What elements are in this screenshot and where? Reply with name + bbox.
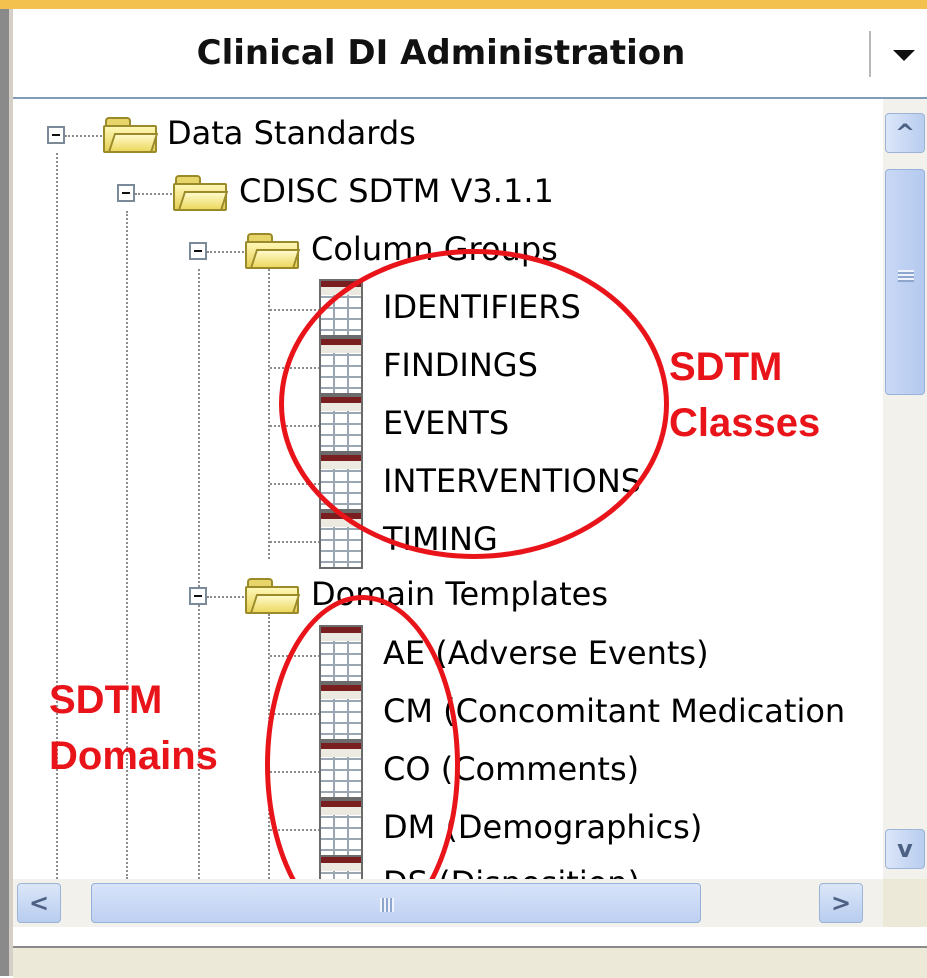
header-dropdown-button[interactable] (881, 17, 927, 93)
table-icon (319, 741, 363, 799)
tree-item-dm[interactable]: DM (Demographics) (383, 807, 702, 847)
tree-connector (135, 193, 175, 195)
window-left-border (0, 9, 9, 976)
tree-item-findings[interactable]: FINDINGS (383, 345, 538, 385)
tree-connector (270, 655, 320, 657)
bottom-status-strip (13, 946, 927, 978)
tree-view[interactable]: Data Standards CDISC SDTM V3.1.1 Column … (13, 99, 883, 879)
collapse-toggle-icon[interactable] (189, 242, 207, 260)
table-icon (319, 395, 363, 453)
horizontal-scrollbar[interactable]: < > (13, 879, 883, 927)
collapse-toggle-icon[interactable] (47, 126, 65, 144)
vertical-scrollbar[interactable]: ^ v (883, 99, 927, 879)
scroll-left-button[interactable]: < (17, 883, 61, 923)
table-icon (319, 625, 363, 683)
tree-connector (207, 596, 247, 598)
tree-item-cm[interactable]: CM (Concomitant Medication (383, 691, 845, 731)
table-icon (319, 683, 363, 741)
scroll-down-button[interactable]: v (885, 829, 925, 869)
tree-item-timing[interactable]: TIMING (383, 519, 498, 559)
annotation-sdtm-classes: SDTM Classes (669, 339, 820, 451)
chevron-up-icon: ^ (894, 119, 916, 147)
scroll-right-button[interactable]: > (819, 883, 863, 923)
table-icon (319, 453, 363, 511)
collapse-toggle-icon[interactable] (117, 184, 135, 202)
tree-connector (65, 135, 105, 137)
vertical-scroll-thumb[interactable] (885, 169, 925, 395)
tree-connector (268, 614, 270, 879)
folder-icon (173, 173, 229, 213)
tree-item-ae[interactable]: AE (Adverse Events) (383, 633, 709, 673)
tree-item-co[interactable]: CO (Comments) (383, 749, 639, 789)
panel-title: Clinical DI Administration (196, 33, 686, 73)
tree-connector (270, 829, 320, 831)
horizontal-scroll-thumb[interactable] (91, 883, 701, 923)
tree-item-ds[interactable]: DS (Disposition) (383, 863, 640, 879)
table-icon (319, 511, 363, 569)
tree-connector (268, 269, 270, 559)
window-top-accent (0, 0, 927, 9)
header-separator (869, 31, 871, 77)
grip-icon (898, 270, 914, 282)
chevron-down-icon: v (897, 835, 913, 863)
chevron-right-icon: > (830, 889, 852, 917)
tree-connector (207, 251, 247, 253)
annotation-domains-line1: SDTM (49, 678, 163, 722)
tree-connector (270, 367, 320, 369)
tree-connector (270, 713, 320, 715)
table-icon (319, 279, 363, 337)
collapse-toggle-icon[interactable] (189, 587, 207, 605)
scroll-up-button[interactable]: ^ (885, 113, 925, 153)
folder-icon (245, 576, 301, 616)
tree-item-identifiers[interactable]: IDENTIFIERS (383, 287, 581, 327)
dropdown-arrow-icon (893, 49, 915, 61)
chevron-left-icon: < (28, 889, 50, 917)
tree-panel: Data Standards CDISC SDTM V3.1.1 Column … (13, 97, 927, 948)
grip-icon (380, 898, 394, 912)
tree-connector (270, 483, 320, 485)
tree-item-column-groups[interactable]: Column Groups (311, 229, 558, 269)
tree-connector (198, 269, 200, 879)
tree-item-data-standards[interactable]: Data Standards (167, 113, 416, 153)
table-icon (319, 337, 363, 395)
tree-connector (270, 771, 320, 773)
table-icon (319, 799, 363, 857)
tree-item-cdisc-sdtm[interactable]: CDISC SDTM V3.1.1 (239, 171, 554, 211)
annotation-domains-line2: Domains (49, 734, 218, 778)
tree-connector (270, 425, 320, 427)
table-icon (319, 855, 363, 879)
tree-item-events[interactable]: EVENTS (383, 403, 509, 443)
annotation-classes-line1: SDTM (669, 345, 783, 389)
tree-item-domain-templates[interactable]: Domain Templates (311, 574, 608, 614)
folder-icon (103, 115, 159, 155)
annotation-classes-line2: Classes (669, 401, 821, 445)
panel-header: Clinical DI Administration (13, 9, 927, 97)
scrollbar-corner (883, 879, 927, 927)
tree-connector (270, 541, 320, 543)
tree-item-interventions[interactable]: INTERVENTIONS (383, 461, 641, 501)
tree-connector (270, 309, 320, 311)
folder-icon (245, 231, 301, 271)
annotation-sdtm-domains: SDTM Domains (49, 672, 218, 784)
